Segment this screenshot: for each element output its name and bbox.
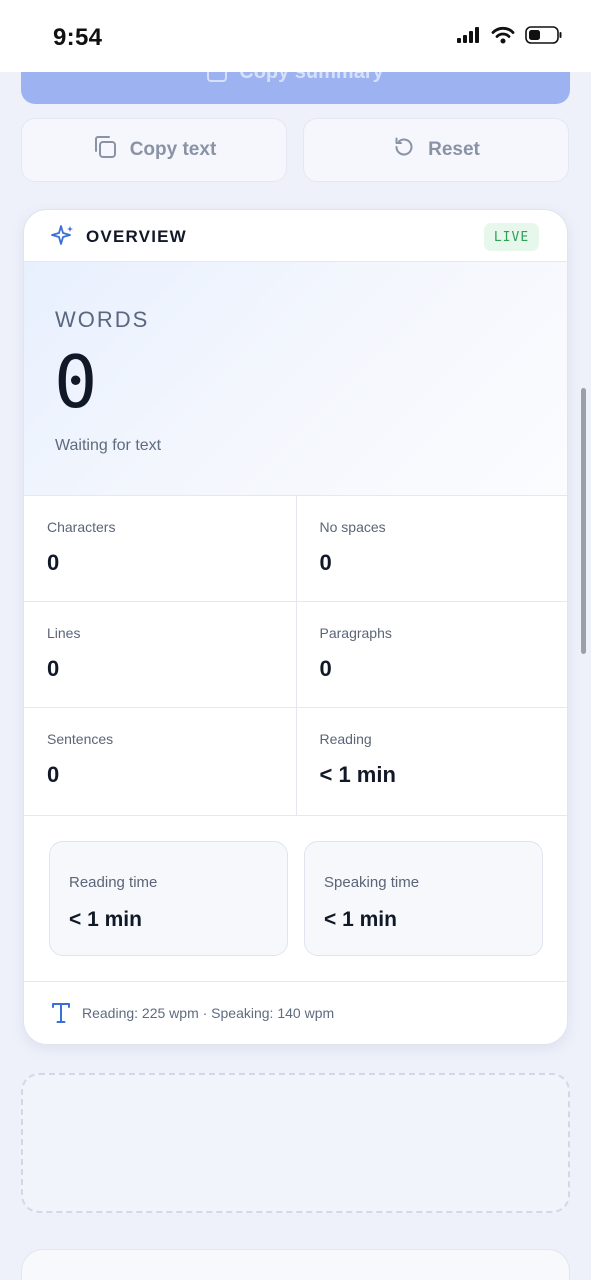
stat-reading: Reading < 1 min bbox=[295, 708, 567, 816]
stat-value: 0 bbox=[319, 550, 332, 575]
reset-icon bbox=[392, 135, 416, 165]
scrollbar[interactable] bbox=[581, 388, 586, 654]
stat-lines: Lines 0 bbox=[24, 602, 296, 708]
stat-label: Paragraphs bbox=[319, 625, 392, 641]
status-bar: 9:54 bbox=[0, 0, 591, 72]
stat-value: 0 bbox=[47, 762, 60, 787]
stat-label: Reading bbox=[319, 731, 372, 747]
reset-button[interactable]: Reset bbox=[303, 118, 569, 182]
overview-title: OVERVIEW bbox=[86, 227, 187, 246]
status-icons bbox=[457, 26, 563, 49]
stat-value: 0 bbox=[47, 550, 60, 575]
speaking-time-value: < 1 min bbox=[324, 908, 397, 931]
reading-time-box: Reading time < 1 min bbox=[49, 841, 288, 956]
stat-value: 0 bbox=[319, 656, 332, 681]
words-hero: WORDS 0 Waiting for text bbox=[24, 262, 567, 496]
status-time: 9:54 bbox=[53, 24, 103, 51]
live-badge: LIVE bbox=[484, 223, 539, 251]
stat-value: < 1 min bbox=[319, 762, 396, 787]
reading-time-label: Reading time bbox=[69, 874, 158, 891]
copy-icon bbox=[92, 134, 118, 166]
stat-sentences: Sentences 0 bbox=[24, 708, 296, 816]
stat-value: 0 bbox=[47, 656, 60, 681]
copy-text-button[interactable]: Copy text bbox=[21, 118, 287, 182]
cellular-signal-icon bbox=[457, 27, 481, 48]
stat-characters: Characters 0 bbox=[24, 496, 296, 602]
speaking-time-label: Speaking time bbox=[324, 874, 420, 891]
wpm-note: Reading: 225 wpm · Speaking: 140 wpm bbox=[82, 1005, 335, 1021]
reading-time-value: < 1 min bbox=[69, 908, 142, 931]
copy-text-label: Copy text bbox=[129, 139, 217, 160]
text-type-icon bbox=[51, 1002, 71, 1029]
words-label: WORDS bbox=[55, 307, 150, 332]
stat-label: Sentences bbox=[47, 731, 114, 747]
stat-paragraphs: Paragraphs 0 bbox=[295, 602, 567, 708]
speaking-time-box: Speaking time < 1 min bbox=[304, 841, 543, 956]
overview-header: OVERVIEW LIVE bbox=[24, 210, 567, 262]
wifi-icon bbox=[491, 26, 515, 49]
battery-icon bbox=[525, 26, 563, 49]
sparkle-icon bbox=[51, 224, 75, 253]
stat-label: Lines bbox=[47, 625, 81, 641]
stat-label: Characters bbox=[47, 519, 116, 535]
overview-footer: Reading: 225 wpm · Speaking: 140 wpm bbox=[24, 981, 567, 1044]
empty-dashed-panel bbox=[21, 1073, 570, 1213]
stat-label: No spaces bbox=[319, 519, 386, 535]
reset-label: Reset bbox=[428, 139, 480, 160]
next-card bbox=[21, 1249, 570, 1280]
words-caption: Waiting for text bbox=[55, 437, 162, 454]
overview-card: OVERVIEW LIVE WORDS 0 Waiting for text C… bbox=[23, 209, 568, 1045]
words-value: 0 bbox=[54, 340, 98, 424]
stat-no-spaces: No spaces 0 bbox=[295, 496, 567, 602]
